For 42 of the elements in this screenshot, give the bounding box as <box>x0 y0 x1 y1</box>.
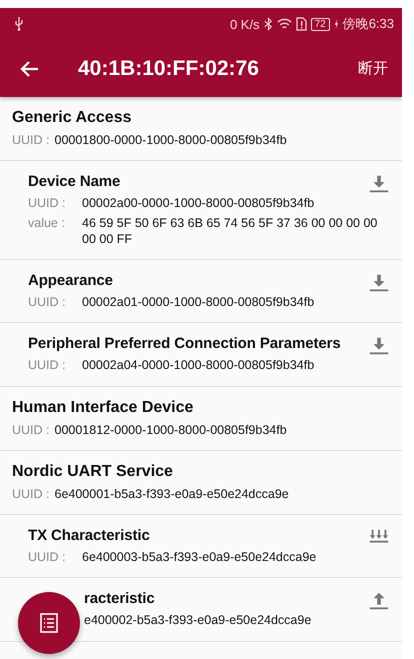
service-name: Human Interface Device <box>12 398 194 416</box>
uuid-label: UUID : <box>28 294 66 310</box>
uuid-label: UUID : <box>28 195 66 212</box>
uuid-label: UUID : <box>28 549 66 566</box>
back-arrow-icon[interactable] <box>20 58 40 78</box>
wifi-icon <box>276 17 292 31</box>
uuid-value: 00001812-0000-1000-8000-00805f9b34fb <box>54 422 287 438</box>
clock: 傍晚6:33 <box>342 15 394 33</box>
characteristic-name: TX Characteristic <box>28 527 150 544</box>
toolbar-title: 40:1B:10:FF:02:76 <box>78 56 260 80</box>
service-name: Nordic UART Service <box>12 462 173 481</box>
charging-icon <box>334 17 339 31</box>
uuid-label: UUID : <box>12 486 50 502</box>
uuid-value: 6e400001-b5a3-f393-e0a9-e50e24dcca9e <box>54 486 289 502</box>
characteristic-name: Appearance <box>28 272 113 289</box>
battery-level: 72 <box>310 18 330 30</box>
log-fab-button[interactable] <box>18 592 80 654</box>
characteristic-name: Peripheral Preferred Connection Parameters <box>28 335 341 352</box>
sim-alert-icon <box>296 17 307 31</box>
upload-icon[interactable] <box>368 590 390 612</box>
network-speed: 0 K/s <box>230 16 260 32</box>
uuid-label: UUID : <box>12 132 50 148</box>
value-label: value : <box>28 214 66 232</box>
list-icon <box>37 611 61 635</box>
service-name: Generic Access <box>12 109 132 127</box>
uuid-label: UUID : <box>12 422 50 438</box>
characteristic-name: Device Name <box>28 173 120 190</box>
uuid-value: e400002-b5a3-f393-e0a9-e50e24dcca9e <box>84 612 312 628</box>
uuid-value: 00002a01-0000-1000-8000-00805f9b34fb <box>82 294 314 310</box>
uuid-value: 00001800-0000-1000-8000-00805f9b34fb <box>54 132 287 148</box>
download-icon[interactable] <box>368 173 390 196</box>
uuid-label: UUID : <box>28 357 66 374</box>
uuid-value: 6e400003-b5a3-f393-e0a9-e50e24dcca9e <box>82 549 316 566</box>
download-icon[interactable] <box>368 335 390 358</box>
usb-icon <box>14 17 24 31</box>
uuid-value: 00002a00-0000-1000-8000-00805f9b34fb <box>82 195 314 212</box>
characteristic-name: racteristic <box>84 590 155 608</box>
characteristic-value: 46 59 5F 50 6F 63 6B 65 74 56 5F 37 36 00 00 00 00 00 00 FF <box>82 214 378 247</box>
bluetooth-icon <box>264 17 273 31</box>
uuid-value: 00002a04-0000-1000-8000-00805f9b34fb <box>82 357 314 374</box>
disconnect-button[interactable]: 断开 <box>358 59 388 78</box>
download-icon[interactable] <box>368 272 390 294</box>
